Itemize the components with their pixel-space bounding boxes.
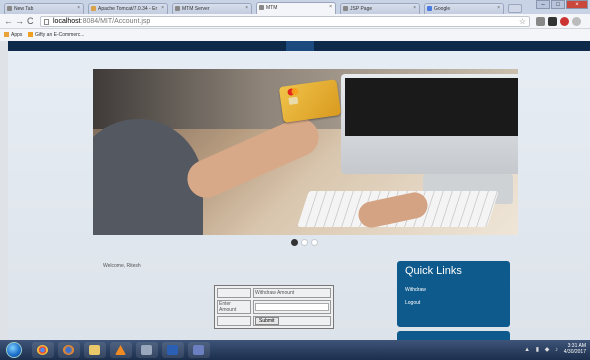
- folder-icon: [28, 32, 33, 37]
- monitor-image: [341, 74, 518, 174]
- app-icon: [141, 345, 152, 355]
- netbeans-icon: [193, 345, 204, 355]
- menu-icon[interactable]: [572, 17, 581, 26]
- slider-dot[interactable]: [301, 239, 308, 246]
- taskbar-chrome[interactable]: [32, 342, 54, 358]
- taskbar-app[interactable]: [136, 342, 158, 358]
- taskbar-explorer[interactable]: [84, 342, 106, 358]
- bookmark-apps[interactable]: Apps: [4, 32, 22, 38]
- page-icon: [343, 6, 348, 11]
- site-header-bar: [8, 41, 590, 51]
- browser-tab-jsp-page[interactable]: JSP Page ×: [340, 3, 420, 14]
- close-icon[interactable]: ×: [161, 5, 164, 11]
- address-bar[interactable]: localhost:8084/MIT/Account.jsp ☆: [40, 16, 530, 27]
- apps-grid-icon: [4, 32, 9, 37]
- taskbar-vlc[interactable]: [110, 342, 132, 358]
- reload-icon[interactable]: C: [27, 16, 34, 26]
- word-icon: [167, 345, 178, 355]
- logout-link[interactable]: Logout: [405, 300, 502, 306]
- taskbar-netbeans[interactable]: [188, 342, 210, 358]
- browser-tab-mtm-server[interactable]: MTM Server ×: [172, 3, 252, 14]
- page-icon: [175, 6, 180, 11]
- secondary-panel: [397, 331, 510, 340]
- start-button[interactable]: [6, 342, 22, 358]
- taskbar-firefox[interactable]: [58, 342, 80, 358]
- extension-icon[interactable]: [560, 17, 569, 26]
- bookmarks-bar: Apps Gifty an E-Commerc...: [0, 29, 590, 41]
- withdraw-link[interactable]: Withdraw: [405, 287, 502, 293]
- header-tab-marker: [286, 41, 314, 51]
- vlc-icon: [115, 345, 126, 355]
- browser-tab-tomcat[interactable]: Apache Tomcat/7.0.34 - Er ×: [88, 3, 168, 14]
- forward-arrow-icon[interactable]: →: [15, 16, 24, 26]
- bookmark-star-icon[interactable]: ☆: [519, 17, 526, 27]
- folder-icon: [89, 345, 100, 355]
- slider-dots: [291, 239, 318, 246]
- quick-links-title: Quick Links: [405, 265, 462, 277]
- slider-dot[interactable]: [291, 239, 298, 246]
- windows-taskbar: ▲ ▮ ◆ ♪ 3:31 AM 4/30/2017: [0, 340, 590, 360]
- amount-label: Enter Amount: [217, 300, 251, 314]
- taskbar-word[interactable]: [162, 342, 184, 358]
- bookmark-gifty[interactable]: Gifty an E-Commerc...: [28, 32, 84, 38]
- extension-icon[interactable]: [536, 17, 545, 26]
- close-icon[interactable]: ×: [329, 4, 332, 10]
- browser-tab-strip: New Tab × Apache Tomcat/7.0.34 - Er × MT…: [0, 0, 590, 14]
- clock[interactable]: 3:31 AM 4/30/2017: [564, 343, 586, 355]
- google-icon: [427, 6, 432, 11]
- hero-slider-image: [93, 69, 518, 235]
- browser-tab-new-tab[interactable]: New Tab ×: [4, 3, 84, 14]
- maximize-button[interactable]: □: [551, 0, 565, 9]
- close-icon[interactable]: ×: [497, 5, 500, 11]
- close-window-button[interactable]: ×: [566, 0, 588, 9]
- system-tray-icons[interactable]: ▲ ▮ ◆ ♪: [524, 346, 560, 353]
- submit-button[interactable]: Submit: [255, 317, 279, 325]
- firefox-icon: [63, 345, 74, 355]
- new-tab-button[interactable]: [508, 4, 522, 13]
- withdraw-header: Withdraw Amount: [253, 288, 331, 298]
- slider-dot[interactable]: [311, 239, 318, 246]
- welcome-message: Welcome, Ritesh: [103, 263, 141, 269]
- page-icon: [259, 5, 264, 10]
- browser-tab-mtm[interactable]: MTM ×: [256, 2, 336, 14]
- browser-tab-google[interactable]: Google ×: [424, 3, 504, 14]
- close-icon[interactable]: ×: [77, 5, 80, 11]
- quick-links-panel: Quick Links Withdraw Logout: [397, 261, 510, 327]
- minimize-button[interactable]: –: [536, 0, 550, 9]
- chrome-icon: [37, 345, 48, 355]
- amount-input[interactable]: [255, 303, 329, 311]
- back-arrow-icon[interactable]: ←: [4, 16, 13, 26]
- close-icon[interactable]: ×: [413, 5, 416, 11]
- window-controls: – □ ×: [535, 0, 588, 10]
- withdraw-form: Withdraw Amount Enter Amount Submit: [214, 285, 334, 329]
- web-page: Welcome, Ritesh Withdraw Amount Enter Am…: [8, 41, 590, 340]
- close-icon[interactable]: ×: [245, 5, 248, 11]
- browser-toolbar: ← → C localhost:8084/MIT/Account.jsp ☆: [0, 14, 590, 29]
- page-icon: [7, 6, 12, 11]
- tomcat-icon: [91, 6, 96, 11]
- page-icon: [44, 19, 49, 25]
- extension-icon[interactable]: [548, 17, 557, 26]
